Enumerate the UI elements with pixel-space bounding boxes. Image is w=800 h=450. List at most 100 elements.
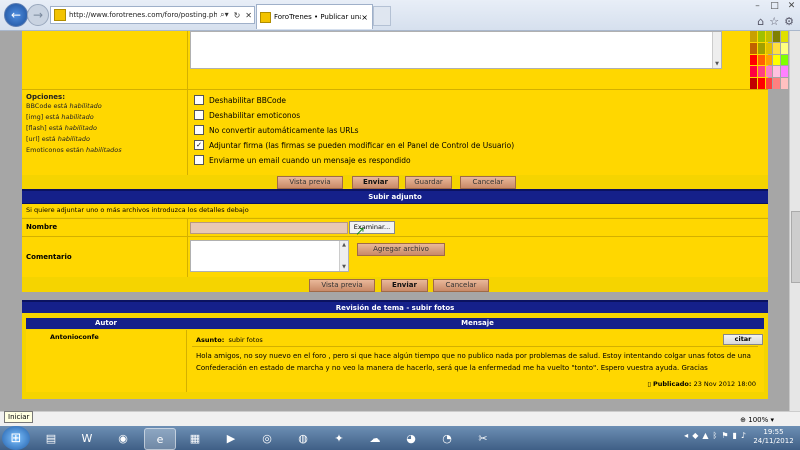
pin-icon[interactable]: ✦ (324, 428, 354, 448)
address-url[interactable]: http://www.forotrenes.com/foro/posting.p… (69, 11, 217, 19)
page-scrollbar[interactable] (789, 31, 800, 411)
color-swatch[interactable] (765, 78, 773, 89)
preview-button-2[interactable]: Vista previa (309, 279, 375, 292)
zoom-level[interactable]: ⊕ 100% ▾ (740, 416, 774, 424)
color-swatch[interactable] (773, 78, 781, 89)
tray-arrow-icon[interactable]: ◂ (684, 431, 688, 440)
option-status-value: habilitado (61, 113, 94, 121)
checkbox[interactable] (194, 110, 204, 120)
color-swatch[interactable] (765, 66, 773, 78)
snipping-tool-icon[interactable]: ✂ (468, 428, 498, 448)
tab-forotrenes[interactable]: ForoTrenes • Publicar una r... × (256, 4, 373, 29)
firefox-icon[interactable]: ◔ (432, 428, 462, 448)
media-player-icon[interactable]: ▶ (216, 428, 246, 448)
scrollbar-thumb[interactable] (791, 211, 800, 283)
tray-app-icon[interactable]: ◆ (692, 431, 698, 440)
checkbox-checked[interactable]: ✓ (194, 140, 204, 150)
color-swatch[interactable] (757, 54, 765, 66)
option-checkbox-row[interactable]: Deshabilitar BBCode (194, 95, 286, 105)
color-swatch[interactable] (757, 42, 765, 54)
clock[interactable]: 19:55 24/11/2012 (751, 428, 796, 446)
start-button[interactable]: ⊞ (2, 426, 30, 450)
color-swatch[interactable] (750, 54, 757, 66)
tray-shield-icon[interactable]: ▲ (702, 431, 708, 440)
color-swatch[interactable] (773, 66, 781, 78)
checkbox[interactable] (194, 155, 204, 165)
cloud-icon[interactable]: ☁ (360, 428, 390, 448)
tray-bluetooth-icon[interactable]: ᛒ (713, 431, 718, 440)
quote-button[interactable]: citar (723, 334, 763, 345)
color-swatch[interactable] (757, 66, 765, 78)
settings-gear-icon[interactable]: ⚙ (784, 15, 794, 28)
color-swatch[interactable] (765, 31, 773, 42)
maximize-icon[interactable]: □ (766, 0, 783, 12)
explorer-icon[interactable]: ▤ (36, 428, 66, 448)
media-center-icon[interactable]: ◉ (108, 428, 138, 448)
close-tab-icon[interactable]: × (361, 13, 368, 22)
new-tab-button[interactable] (373, 6, 391, 26)
option-checkbox-row[interactable]: No convertir automáticamente las URLs (194, 125, 359, 135)
back-button[interactable]: ← (4, 3, 28, 27)
gadget-icon[interactable]: ◎ (252, 428, 282, 448)
color-swatch[interactable] (765, 54, 773, 66)
add-file-button[interactable]: Agregar archivo (357, 243, 445, 256)
send-button[interactable]: Enviar (352, 176, 399, 189)
cancel-button[interactable]: Cancelar (460, 176, 516, 189)
stop-icon[interactable]: ✕ (245, 11, 254, 20)
send-button-2[interactable]: Enviar (381, 279, 428, 292)
option-checkbox-row[interactable]: ✓ Adjuntar firma (las firmas se pueden mo… (194, 140, 514, 150)
file-path-input[interactable] (190, 222, 348, 234)
color-swatch[interactable] (773, 54, 781, 66)
scroll-down-icon[interactable]: ▼ (713, 60, 721, 68)
tray-network-icon[interactable]: ▮ (732, 431, 736, 440)
comment-textarea[interactable]: ▲ ▼ (190, 240, 349, 272)
color-swatch[interactable] (781, 54, 788, 66)
minimize-icon[interactable]: – (749, 0, 766, 12)
internet-explorer-icon[interactable]: e (144, 428, 176, 450)
preview-button[interactable]: Vista previa (277, 176, 343, 189)
color-swatch[interactable] (781, 42, 788, 54)
color-swatch[interactable] (750, 31, 757, 42)
color-swatch[interactable] (750, 78, 757, 89)
save-button[interactable]: Guardar (405, 176, 452, 189)
option-checkbox-row[interactable]: Enviarme un email cuando un mensaje es r… (194, 155, 411, 165)
color-swatch[interactable] (757, 78, 765, 89)
chrome-icon[interactable]: ◕ (396, 428, 426, 448)
scroll-up-icon[interactable]: ▲ (340, 241, 348, 249)
message-textarea[interactable]: ▼ (190, 31, 722, 69)
textarea-scrollbar[interactable]: ▼ (712, 32, 721, 68)
color-swatch[interactable] (773, 31, 781, 42)
color-swatch[interactable] (773, 42, 781, 54)
gap (22, 399, 768, 411)
color-swatch[interactable] (781, 78, 788, 89)
color-swatch[interactable] (781, 66, 788, 78)
tray-volume-icon[interactable]: ♪ (741, 431, 746, 440)
color-swatch[interactable] (757, 31, 765, 42)
address-bar[interactable]: http://www.forotrenes.com/foro/posting.p… (50, 6, 255, 24)
comment-scrollbar[interactable]: ▲ ▼ (339, 241, 348, 271)
message-row: ▼ (22, 31, 788, 89)
system-tray: ◂ ◆ ▲ ᛒ ⚑ ▮ ♪ (684, 431, 746, 440)
search-icon[interactable]: ⌕▾ (220, 10, 231, 20)
option-checkbox-row[interactable]: Deshabilitar emoticonos (194, 110, 300, 120)
color-palette[interactable] (750, 31, 788, 89)
globe-icon[interactable]: ◍ (288, 428, 318, 448)
close-window-icon[interactable]: ✕ (783, 0, 800, 12)
tray-flag-icon[interactable]: ⚑ (721, 431, 728, 440)
color-swatch[interactable] (765, 42, 773, 54)
color-swatch[interactable] (750, 42, 757, 54)
color-swatch[interactable] (781, 31, 788, 42)
checkbox[interactable] (194, 95, 204, 105)
home-icon[interactable]: ⌂ (757, 15, 764, 28)
color-swatch[interactable] (750, 66, 757, 78)
checkbox[interactable] (194, 125, 204, 135)
notepad-icon[interactable]: ▦ (180, 428, 210, 448)
tab-title: ForoTrenes • Publicar una r... (274, 13, 361, 21)
forward-button[interactable]: → (27, 4, 49, 26)
word-icon[interactable]: W (72, 428, 102, 448)
scroll-down-icon[interactable]: ▼ (340, 263, 348, 271)
refresh-icon[interactable]: ↻ (234, 11, 243, 20)
post-author[interactable]: Antonioconfe (50, 333, 99, 341)
cancel-button-2[interactable]: Cancelar (433, 279, 489, 292)
favorites-star-icon[interactable]: ☆ (769, 15, 779, 28)
